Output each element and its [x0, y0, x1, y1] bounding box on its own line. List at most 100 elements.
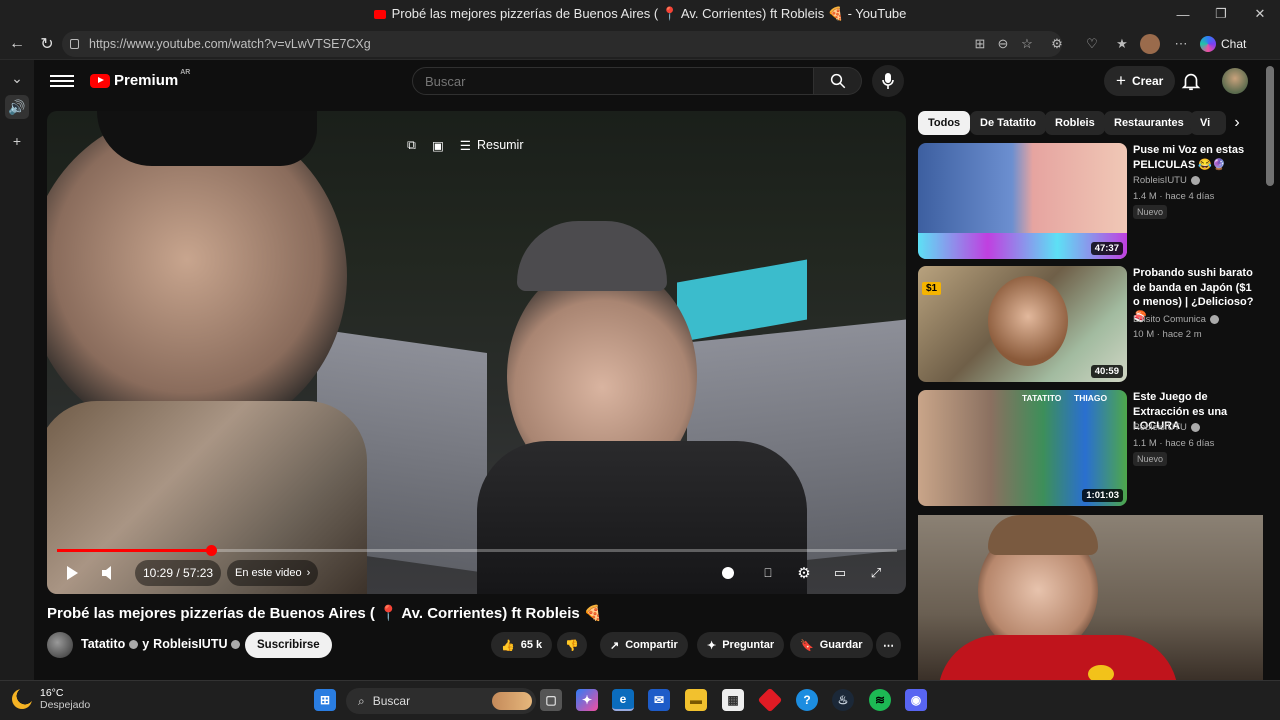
profile-avatar[interactable]	[1140, 34, 1160, 54]
close-window-icon[interactable]: ✕	[1241, 0, 1279, 28]
taskbar-search[interactable]: ⌕ Buscar	[346, 688, 536, 714]
play-button[interactable]	[59, 561, 85, 585]
copilot-chat-button[interactable]: Chat	[1200, 32, 1246, 56]
volume-icon	[102, 566, 111, 580]
favorite-star-icon[interactable]: ☆	[1017, 34, 1037, 54]
maximize-icon[interactable]: ❐	[1202, 0, 1240, 28]
ask-label: Preguntar	[722, 639, 775, 651]
new-badge: Nuevo	[1133, 452, 1168, 466]
miniplayer-icon[interactable]: ⧉	[407, 138, 416, 153]
browser-essentials-icon[interactable]: ♡	[1082, 34, 1102, 54]
store-icon[interactable]: ▦	[722, 689, 744, 711]
task-view-icon[interactable]: ▢	[540, 689, 562, 711]
windows-start-icon[interactable]: ⊞	[314, 689, 336, 711]
create-button[interactable]: + Crear	[1104, 66, 1176, 96]
autoplay-toggle[interactable]	[715, 561, 741, 585]
chapter-button[interactable]: En este video ›	[227, 560, 319, 586]
address-bar[interactable]: https://www.youtube.com/watch?v=vLwVTSE7…	[62, 31, 1062, 57]
favorites-icon[interactable]: ★	[1112, 34, 1132, 54]
recommended-video[interactable]: 47:37 Puse mi Voz en estas PELICULAS 😂🔮 …	[918, 143, 1258, 261]
channel-text: RobleisIUTU	[1133, 422, 1187, 433]
fullscreen-button[interactable]: ⤢	[863, 561, 889, 585]
logo-text: Premium	[114, 72, 179, 89]
account-avatar[interactable]	[1222, 68, 1248, 94]
zoom-icon[interactable]: ⊖	[993, 34, 1013, 54]
recommendation-channel[interactable]: Luisito Comunica	[1133, 314, 1219, 325]
chip-robleis[interactable]: Robleis	[1045, 111, 1105, 135]
settings-button[interactable]: ⚙	[791, 561, 817, 585]
recommendation-title[interactable]: Puse mi Voz en estas PELICULAS 😂🔮	[1133, 143, 1257, 172]
thumbnail-label: TATATITO	[1022, 393, 1062, 403]
outlook-icon[interactable]: ✉	[648, 689, 670, 711]
chips-next-icon[interactable]: ›	[1226, 111, 1248, 135]
summarize-button[interactable]: ☰ Resumir	[460, 138, 524, 153]
chip-de-tatatito[interactable]: De Tatatito	[970, 111, 1047, 135]
scrubber-handle[interactable]	[205, 545, 217, 556]
back-icon[interactable]: ←	[5, 32, 29, 56]
search-button[interactable]	[814, 67, 862, 95]
share-button[interactable]: ↗ Compartir	[600, 632, 688, 658]
theater-icon: ▭	[833, 565, 847, 580]
edge-browser-icon[interactable]: e	[612, 689, 634, 711]
video-player[interactable]: ⧉ ▣ ☰ Resumir 10:29 / 57:23 En este vide…	[47, 111, 906, 594]
youtube-premium-logo[interactable]: Premium AR	[90, 69, 190, 89]
youtube-header: Premium AR + Crear	[34, 60, 1280, 104]
reload-icon[interactable]: ↻	[35, 32, 59, 56]
minimize-icon[interactable]: —	[1164, 0, 1202, 28]
more-actions-button[interactable]: ⋯	[876, 632, 901, 658]
channel-names[interactable]: Tatatito y RobleisIUTU	[81, 637, 241, 651]
verified-icon	[129, 639, 139, 649]
bookmark-icon: 🔖	[800, 639, 814, 652]
save-button[interactable]: 🔖 Guardar	[790, 632, 873, 658]
channel-name-2[interactable]: RobleisIUTU	[153, 637, 227, 651]
steam-icon[interactable]: ♨	[832, 689, 854, 711]
search-input[interactable]	[412, 67, 814, 95]
verified-icon	[231, 639, 241, 649]
like-button[interactable]: 👍 65 k	[491, 632, 553, 658]
chip-partial[interactable]: Vi	[1190, 111, 1226, 135]
menu-icon[interactable]	[50, 72, 74, 92]
page-scrollbar[interactable]	[1266, 66, 1274, 186]
cast-icon[interactable]: ▣	[432, 138, 444, 153]
subscribe-button[interactable]: Suscribirse	[245, 632, 332, 658]
recommendation-meta: 10 M · hace 2 m	[1133, 329, 1202, 340]
recommendation-channel[interactable]: RobleisIUTU	[1133, 422, 1200, 433]
voice-search-button[interactable]	[872, 65, 904, 97]
recommended-video[interactable]: TATATITO THIAGO 1:01:03 Este Juego de Ex…	[918, 390, 1258, 508]
video-thumbnail[interactable]: $1 40:59	[918, 266, 1127, 382]
chevron-right-icon: ›	[306, 567, 311, 579]
video-thumbnail[interactable]: 47:37	[918, 143, 1127, 259]
theater-mode-button[interactable]: ▭	[827, 561, 853, 585]
channel-avatar[interactable]	[47, 632, 73, 658]
chip-todos[interactable]: Todos	[918, 111, 971, 135]
subtitles-button[interactable]: ⎕	[755, 561, 781, 585]
app-grid-icon[interactable]: ⊞	[970, 34, 990, 54]
help-icon[interactable]: ?	[796, 689, 818, 711]
weather-widget[interactable]: 16°C Despejado	[12, 687, 90, 711]
video-thumbnail[interactable]: TATATITO THIAGO 1:01:03	[918, 390, 1127, 506]
spotify-icon[interactable]: ≋	[869, 689, 891, 711]
file-explorer-icon[interactable]: ▬	[685, 689, 707, 711]
progress-fill	[57, 549, 211, 552]
more-menu-icon[interactable]: ⋯	[1171, 34, 1191, 54]
temperature: 16°C	[40, 687, 64, 699]
discord-icon[interactable]: ◉	[905, 689, 927, 711]
recommended-video[interactable]: $1 40:59 Probando sushi barato de banda …	[918, 266, 1258, 384]
notifications-bell-icon[interactable]	[1180, 70, 1202, 92]
dislike-button[interactable]: 👎	[557, 632, 587, 658]
recommendation-channel[interactable]: RobleisIUTU	[1133, 175, 1200, 186]
chevron-down-icon[interactable]: ⌄	[5, 66, 29, 90]
volume-button[interactable]	[97, 561, 123, 585]
copilot-app-icon[interactable]: ✦	[576, 689, 598, 711]
extensions-icon[interactable]: ⚙	[1047, 34, 1067, 54]
chip-restaurantes[interactable]: Restaurantes	[1104, 111, 1194, 135]
channel-name[interactable]: Tatatito	[81, 637, 125, 651]
settings-gear-icon: ⚙	[797, 565, 811, 582]
red-app-icon[interactable]	[757, 687, 783, 713]
url-text: https://www.youtube.com/watch?v=vLwVTSE7…	[89, 37, 371, 51]
progress-bar[interactable]	[57, 549, 897, 552]
video-frame-billboard	[677, 259, 807, 343]
add-icon[interactable]: +	[5, 129, 29, 153]
speaker-icon[interactable]: 🔊	[5, 95, 29, 119]
ask-button[interactable]: ✦ Preguntar	[697, 632, 785, 658]
